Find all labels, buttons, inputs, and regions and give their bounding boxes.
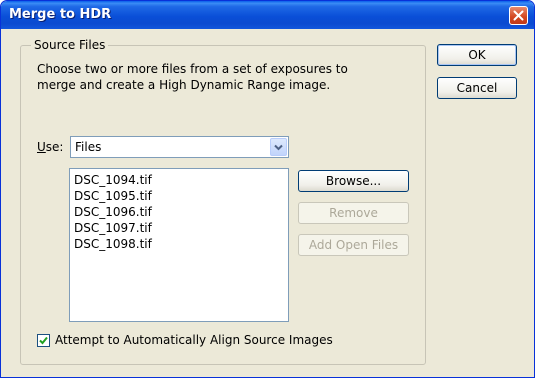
source-files-list[interactable]: DSC_1094.tif DSC_1095.tif DSC_1096.tif D… — [69, 168, 289, 322]
checkmark-icon — [39, 336, 48, 345]
use-select-value: Files — [75, 140, 102, 154]
source-files-legend: Source Files — [31, 38, 109, 52]
use-label-text: se: — [45, 140, 64, 154]
dialog-window: Merge to HDR Source Files Choose two or … — [0, 0, 535, 378]
add-open-files-button[interactable]: Add Open Files — [298, 234, 409, 256]
title-bar[interactable]: Merge to HDR — [1, 1, 534, 29]
browse-button[interactable]: Browse... — [298, 170, 409, 192]
file-list-item[interactable]: DSC_1098.tif — [74, 236, 152, 252]
align-checkbox[interactable] — [37, 334, 50, 347]
use-label-mnemonic: U — [37, 140, 46, 154]
chevron-down-icon — [274, 144, 283, 151]
align-checkbox-label[interactable]: Attempt to Automatically Align Source Im… — [55, 333, 333, 347]
file-list-item[interactable]: DSC_1097.tif — [74, 220, 152, 236]
source-files-description: Choose two or more files from a set of e… — [37, 62, 348, 92]
file-list-item[interactable]: DSC_1095.tif — [74, 188, 152, 204]
use-select-arrow[interactable] — [270, 138, 287, 156]
dialog-title: Merge to HDR — [9, 7, 112, 22]
use-select[interactable]: Files — [70, 136, 289, 158]
ok-button[interactable]: OK — [437, 44, 517, 66]
remove-button[interactable]: Remove — [298, 202, 409, 224]
close-button[interactable] — [509, 6, 528, 25]
file-list-item[interactable]: DSC_1094.tif — [74, 172, 152, 188]
close-icon — [513, 10, 524, 21]
use-label: Use: — [37, 140, 63, 154]
cancel-button[interactable]: Cancel — [437, 77, 517, 99]
file-list-item[interactable]: DSC_1096.tif — [74, 204, 152, 220]
